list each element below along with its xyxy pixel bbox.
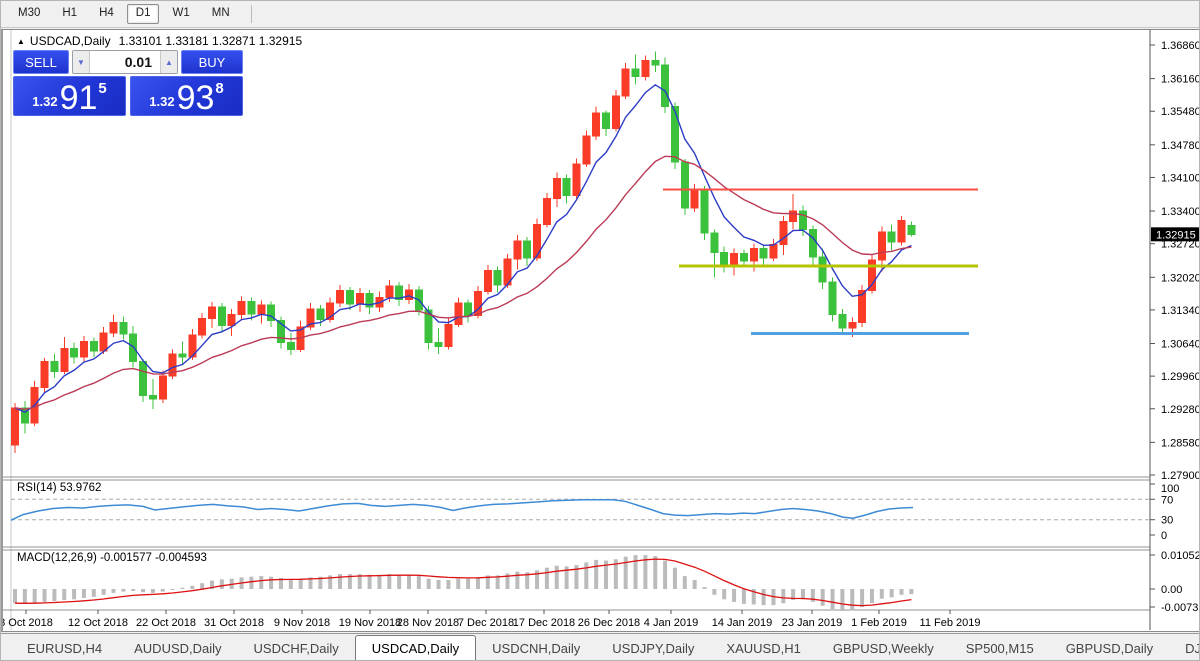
chart-tab-usdcnh-daily[interactable]: USDCNH,Daily <box>476 634 596 660</box>
chart-title: ▲ USDCAD,Daily 1.33101 1.33181 1.32871 1.3… <box>17 34 302 48</box>
svg-text:1.35480: 1.35480 <box>1161 106 1200 118</box>
svg-text:11 Feb 2019: 11 Feb 2019 <box>920 617 981 629</box>
svg-text:70: 70 <box>1161 494 1173 506</box>
volume-decrease-icon[interactable]: ▼ <box>73 51 90 73</box>
svg-text:12 Oct 2018: 12 Oct 2018 <box>68 617 128 629</box>
svg-text:1.29960: 1.29960 <box>1161 371 1200 383</box>
timeframe-button-m30[interactable]: M30 <box>9 4 49 24</box>
timeframe-button-mn[interactable]: MN <box>203 4 239 24</box>
svg-text:17 Dec 2018: 17 Dec 2018 <box>513 617 575 629</box>
svg-text:30: 30 <box>1161 515 1173 527</box>
rsi-label: RSI(14) 53.9762 <box>17 482 102 494</box>
svg-text:3 Oct 2018: 3 Oct 2018 <box>3 617 53 629</box>
ask-price-pip: 8 <box>215 80 224 97</box>
svg-text:1.32020: 1.32020 <box>1161 272 1200 284</box>
ask-price-prefix: 1.32 <box>149 94 175 109</box>
bid-price-big: 91 <box>59 79 98 117</box>
chart-tab-audusd-daily[interactable]: AUDUSD,Daily <box>118 634 237 660</box>
svg-text:23 Jan 2019: 23 Jan 2019 <box>782 617 843 629</box>
mt4-window: M30 H1 H4 D1 W1 MN 1.36860 1.36160 1.35480 1.347… <box>0 0 1200 661</box>
rsi-line <box>10 499 914 521</box>
one-click-collapse-icon[interactable]: ▲ <box>17 37 25 46</box>
svg-text:1.30640: 1.30640 <box>1161 339 1200 351</box>
timeframe-button-d1[interactable]: D1 <box>126 4 160 24</box>
svg-text:0.00: 0.00 <box>1161 584 1182 596</box>
volume-spinner: ▼ 0.01 ▲ <box>72 50 178 74</box>
chart-tab-usdchf-daily[interactable]: USDCHF,Daily <box>238 634 355 660</box>
toolbar-separator <box>250 5 252 23</box>
svg-text:1.33400: 1.33400 <box>1161 206 1200 218</box>
chart-tab-usdjpy-daily[interactable]: USDJPY,Daily <box>596 634 710 660</box>
bid-price-quote[interactable]: 1.32 91 5 <box>13 76 126 116</box>
ma-slow-line <box>14 155 912 411</box>
svg-text:1 Feb 2019: 1 Feb 2019 <box>851 617 907 629</box>
chart-tab-eurusd-h4[interactable]: EURUSD,H4 <box>11 634 118 660</box>
svg-text:1.34780: 1.34780 <box>1161 140 1200 152</box>
bid-price-pip: 5 <box>98 80 107 97</box>
ask-price-big: 93 <box>176 79 215 117</box>
macd-signal-line <box>14 558 912 607</box>
rsi-pane: 10070 30 0 <box>10 483 1179 542</box>
chart-ohlc-values: 1.33101 1.33181 1.32871 1.32915 <box>118 34 303 48</box>
chart-tab-bar: EURUSD,H4 AUDUSD,Daily USDCHF,Daily USDCAD,… <box>1 633 1199 660</box>
chart-symbol-label: USDCAD,Daily <box>29 34 111 48</box>
price-axis[interactable]: 1.36860 1.36160 1.35480 1.34780 1.34100 1.334… <box>1150 40 1200 482</box>
svg-text:1.28580: 1.28580 <box>1161 437 1200 449</box>
chart-tab-gbpusd-daily[interactable]: GBPUSD,Daily <box>1050 634 1169 660</box>
current-price-tag: 1.32915 <box>1156 229 1196 241</box>
chart-tab-sp500-m15[interactable]: SP500,M15 <box>950 634 1050 660</box>
timeframe-button-h1[interactable]: H1 <box>53 4 86 24</box>
svg-text:28 Nov 2018: 28 Nov 2018 <box>397 617 459 629</box>
one-click-trading-panel: SELL ▼ 0.01 ▲ BUY 1.32 91 5 1.32 93 8 <box>13 50 243 116</box>
sell-button[interactable]: SELL <box>13 50 69 74</box>
buy-button[interactable]: BUY <box>181 50 243 74</box>
timeframe-button-h4[interactable]: H4 <box>90 4 123 24</box>
date-axis[interactable]: 3 Oct 2018 12 Oct 2018 22 Oct 2018 31 Oct 2… <box>3 610 980 629</box>
chart-tab-gbpusd-weekly[interactable]: GBPUSD,Weekly <box>817 634 950 660</box>
chart-tab-xauusd-h1[interactable]: XAUUSD,H1 <box>710 634 816 660</box>
svg-text:19 Nov 2018: 19 Nov 2018 <box>339 617 401 629</box>
svg-text:0: 0 <box>1161 530 1167 542</box>
macd-label: MACD(12,26,9) -0.001577 -0.004593 <box>17 552 207 564</box>
svg-text:14 Jan 2019: 14 Jan 2019 <box>712 617 773 629</box>
chart-canvas[interactable]: 1.36860 1.36160 1.35480 1.34780 1.34100 1.334… <box>3 30 1200 631</box>
ask-price-quote[interactable]: 1.32 93 8 <box>130 76 243 116</box>
svg-text:4 Jan 2019: 4 Jan 2019 <box>644 617 698 629</box>
svg-text:1.36860: 1.36860 <box>1161 40 1200 52</box>
svg-text:26 Dec 2018: 26 Dec 2018 <box>578 617 640 629</box>
volume-input[interactable]: 0.01 <box>90 51 160 73</box>
volume-increase-icon[interactable]: ▲ <box>160 51 177 73</box>
timeframe-toolbar: M30 H1 H4 D1 W1 MN <box>1 1 1199 28</box>
chart-tab-dj30-h4[interactable]: DJ30,H4 <box>1169 634 1199 660</box>
svg-text:0.010525: 0.010525 <box>1161 550 1200 562</box>
bid-price-prefix: 1.32 <box>32 94 58 109</box>
svg-text:1.36160: 1.36160 <box>1161 74 1200 86</box>
svg-text:1.29280: 1.29280 <box>1161 404 1200 416</box>
svg-text:7 Dec 2018: 7 Dec 2018 <box>458 617 514 629</box>
chart-window[interactable]: 1.36860 1.36160 1.35480 1.34780 1.34100 1.334… <box>1 29 1200 632</box>
svg-text:9 Nov 2018: 9 Nov 2018 <box>274 617 330 629</box>
svg-text:31 Oct 2018: 31 Oct 2018 <box>204 617 264 629</box>
svg-text:1.31340: 1.31340 <box>1161 305 1200 317</box>
pane-frames <box>3 30 1151 630</box>
svg-text:1.27900: 1.27900 <box>1161 470 1200 482</box>
svg-text:100: 100 <box>1161 483 1179 495</box>
svg-text:22 Oct 2018: 22 Oct 2018 <box>136 617 196 629</box>
chart-tab-usdcad-daily[interactable]: USDCAD,Daily <box>354 635 477 660</box>
svg-text:1.34100: 1.34100 <box>1161 172 1200 184</box>
timeframe-button-w1[interactable]: W1 <box>163 4 198 24</box>
svg-text:-0.0073: -0.0073 <box>1161 602 1198 614</box>
